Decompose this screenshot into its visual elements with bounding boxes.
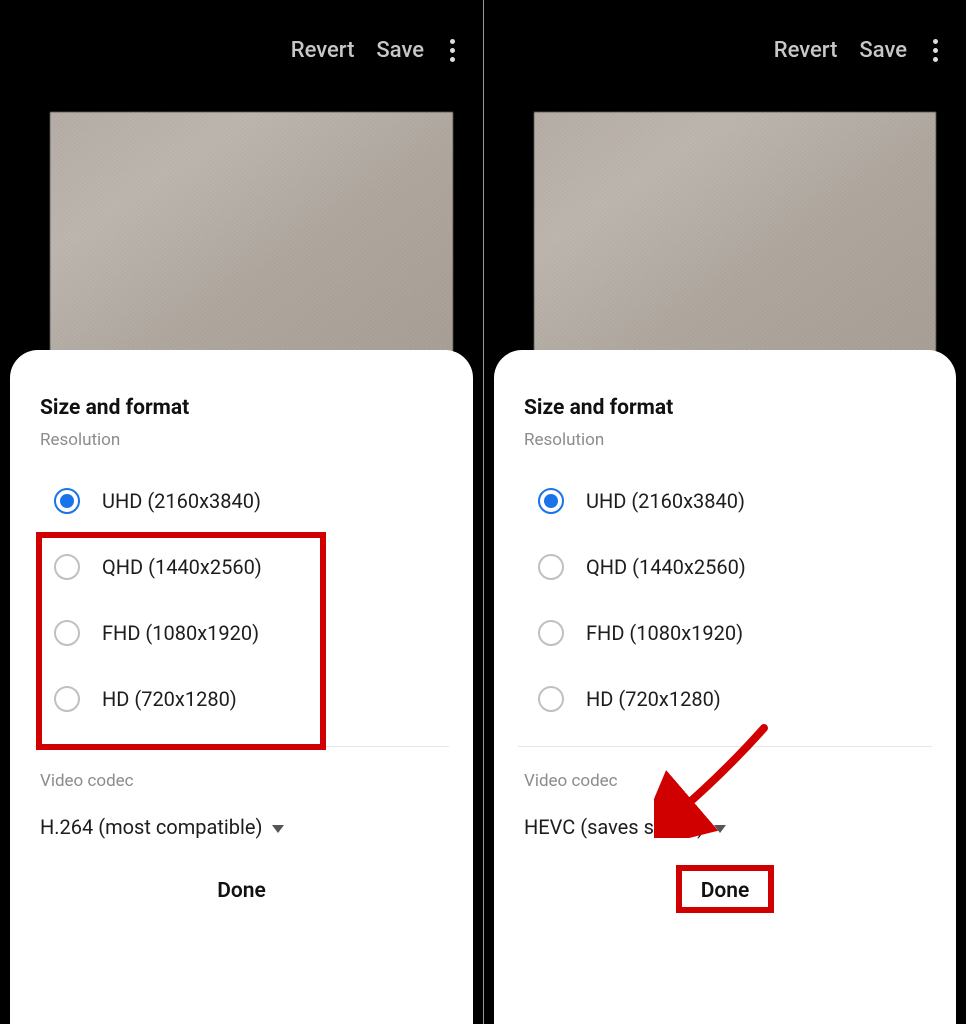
- resolution-option-uhd[interactable]: UHD (2160x3840): [524, 468, 926, 534]
- codec-label: Video codec: [40, 771, 443, 791]
- dropdown-icon: [272, 825, 284, 833]
- revert-button[interactable]: Revert: [291, 38, 355, 63]
- radio-icon: [538, 620, 564, 646]
- resolution-label: Resolution: [40, 430, 443, 450]
- resolution-option-uhd[interactable]: UHD (2160x3840): [40, 468, 443, 534]
- revert-button[interactable]: Revert: [774, 38, 838, 63]
- save-button[interactable]: Save: [859, 38, 907, 63]
- save-button[interactable]: Save: [376, 38, 424, 63]
- radio-icon: [538, 554, 564, 580]
- dropdown-icon: [714, 825, 726, 833]
- option-label: UHD (2160x3840): [102, 489, 261, 513]
- topbar: Revert Save: [0, 0, 483, 100]
- option-label: FHD (1080x1920): [586, 621, 743, 645]
- radio-icon: [54, 554, 80, 580]
- sheet-title: Size and format: [40, 396, 443, 420]
- resolution-options: UHD (2160x3840) QHD (1440x2560) FHD (108…: [524, 468, 926, 732]
- topbar: Revert Save: [484, 0, 966, 100]
- resolution-option-qhd[interactable]: QHD (1440x2560): [524, 534, 926, 600]
- size-format-sheet: Size and format Resolution UHD (2160x384…: [494, 350, 956, 1024]
- screen-left: Revert Save Size and format Resolution U…: [0, 0, 483, 1024]
- option-label: HD (720x1280): [586, 687, 721, 711]
- sheet-title: Size and format: [524, 396, 926, 420]
- resolution-option-hd[interactable]: HD (720x1280): [40, 666, 443, 732]
- screen-right: Revert Save Size and format Resolution U…: [483, 0, 966, 1024]
- resolution-option-hd[interactable]: HD (720x1280): [524, 666, 926, 732]
- codec-dropdown[interactable]: HEVC (saves space): [524, 809, 926, 863]
- divider: [518, 746, 932, 747]
- codec-dropdown[interactable]: H.264 (most compatible): [40, 809, 443, 863]
- resolution-options: UHD (2160x3840) QHD (1440x2560) FHD (108…: [40, 468, 443, 732]
- more-options-icon[interactable]: [446, 33, 459, 68]
- radio-icon: [538, 686, 564, 712]
- size-format-sheet: Size and format Resolution UHD (2160x384…: [10, 350, 473, 1024]
- radio-icon: [54, 686, 80, 712]
- radio-selected-icon: [538, 488, 564, 514]
- codec-value: H.264 (most compatible): [40, 815, 262, 839]
- resolution-option-fhd[interactable]: FHD (1080x1920): [524, 600, 926, 666]
- resolution-label: Resolution: [524, 430, 926, 450]
- divider: [34, 746, 449, 747]
- option-label: HD (720x1280): [102, 687, 237, 711]
- option-label: UHD (2160x3840): [586, 489, 745, 513]
- radio-icon: [54, 620, 80, 646]
- done-button[interactable]: Done: [683, 871, 768, 911]
- codec-value: HEVC (saves space): [524, 815, 704, 839]
- option-label: QHD (1440x2560): [102, 555, 262, 579]
- done-button[interactable]: Done: [199, 871, 284, 911]
- codec-label: Video codec: [524, 771, 926, 791]
- more-options-icon[interactable]: [929, 33, 942, 68]
- resolution-option-fhd[interactable]: FHD (1080x1920): [40, 600, 443, 666]
- radio-selected-icon: [54, 488, 80, 514]
- option-label: FHD (1080x1920): [102, 621, 259, 645]
- option-label: QHD (1440x2560): [586, 555, 746, 579]
- resolution-option-qhd[interactable]: QHD (1440x2560): [40, 534, 443, 600]
